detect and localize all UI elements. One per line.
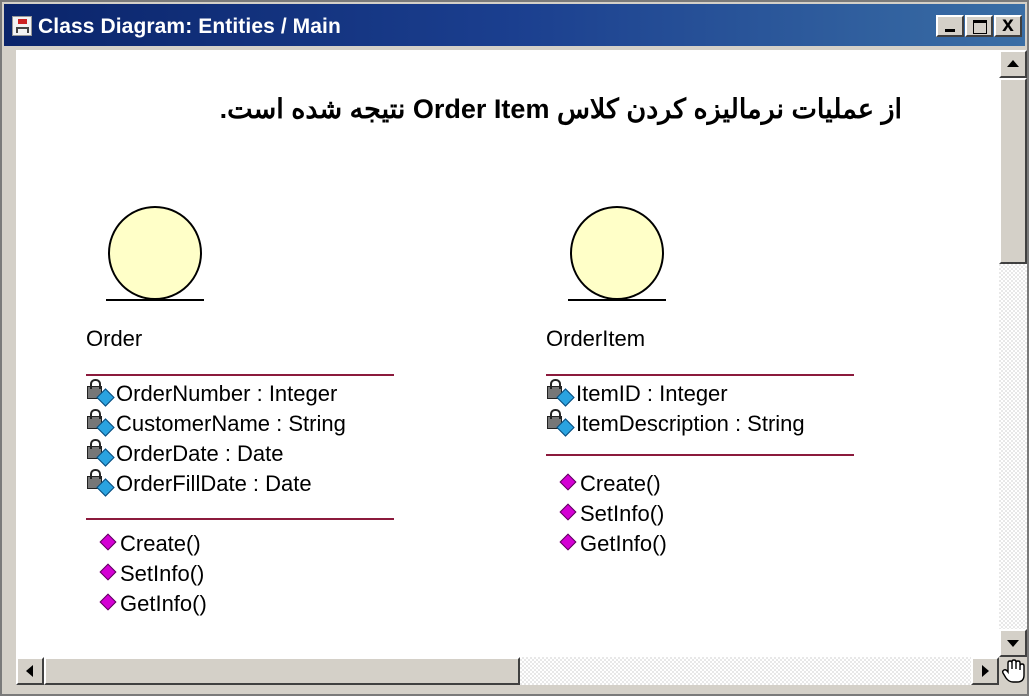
attribute-row[interactable]: OrderNumber : Integer <box>86 379 338 408</box>
attribute-row[interactable]: OrderDate : Date <box>86 439 284 468</box>
attribute-row[interactable]: ItemDescription : String <box>546 409 805 438</box>
attribute-label: ItemDescription : String <box>576 411 805 436</box>
public-operation-icon <box>559 533 577 551</box>
operation-label: GetInfo() <box>580 531 667 556</box>
orderitem-entity-icon[interactable] <box>570 206 664 300</box>
scroll-down-button[interactable] <box>999 629 1027 657</box>
close-button[interactable]: x <box>994 13 1022 37</box>
orderitem-operations-separator <box>546 454 854 456</box>
attribute-row[interactable]: OrderFillDate : Date <box>86 469 312 498</box>
private-attribute-icon <box>86 379 116 407</box>
operation-label: Create() <box>580 471 661 496</box>
private-attribute-icon <box>86 469 116 497</box>
attribute-label: OrderNumber : Integer <box>116 381 338 406</box>
operation-label: GetInfo() <box>120 591 207 616</box>
diagram-heading: از عملیات نرمالیزه کردن کلاس Order Item … <box>219 94 902 124</box>
private-attribute-icon <box>546 409 576 437</box>
close-icon: x <box>1002 13 1014 36</box>
orderitem-entity-baseline <box>568 299 666 301</box>
order-entity-baseline <box>106 299 204 301</box>
maximize-button[interactable] <box>965 15 993 37</box>
minimize-button[interactable] <box>936 15 964 37</box>
title-bar[interactable]: Class Diagram: Entities / Main x <box>4 4 1025 46</box>
scroll-left-button[interactable] <box>16 657 44 685</box>
attribute-label: ItemID : Integer <box>576 381 728 406</box>
maximize-icon <box>973 20 987 34</box>
operation-row[interactable]: SetInfo() <box>559 500 665 528</box>
arrow-up-icon <box>1007 60 1019 67</box>
order-entity-icon[interactable] <box>108 206 202 300</box>
order-operations-separator <box>86 518 394 520</box>
operation-label: Create() <box>120 531 201 556</box>
horizontal-scrollbar[interactable] <box>16 657 999 685</box>
orderitem-attributes-separator <box>546 374 854 376</box>
window-title: Class Diagram: Entities / Main <box>38 15 341 38</box>
public-operation-icon <box>559 473 577 491</box>
order-attributes-separator <box>86 374 394 376</box>
arrow-down-icon <box>1007 640 1019 647</box>
arrow-right-icon <box>982 665 989 677</box>
public-operation-icon <box>99 563 117 581</box>
public-operation-icon <box>99 533 117 551</box>
attribute-label: CustomerName : String <box>116 411 346 436</box>
operation-row[interactable]: GetInfo() <box>99 590 207 618</box>
operation-row[interactable]: SetInfo() <box>99 560 205 588</box>
class-name-orderitem[interactable]: OrderItem <box>546 326 645 352</box>
private-attribute-icon <box>86 409 116 437</box>
attribute-label: OrderFillDate : Date <box>116 471 312 496</box>
hand-cursor-icon <box>1001 659 1025 683</box>
operation-label: SetInfo() <box>120 561 205 586</box>
diagram-canvas[interactable]: از عملیات نرمالیزه کردن کلاس Order Item … <box>16 50 999 657</box>
operation-label: SetInfo() <box>580 501 665 526</box>
operation-row[interactable]: Create() <box>559 470 661 498</box>
public-operation-icon <box>99 593 117 611</box>
minimize-icon <box>945 29 955 32</box>
attribute-row[interactable]: ItemID : Integer <box>546 379 728 408</box>
arrow-left-icon <box>26 665 33 677</box>
scroll-up-button[interactable] <box>999 50 1027 78</box>
class-name-order[interactable]: Order <box>86 326 142 352</box>
private-attribute-icon <box>86 439 116 467</box>
attribute-row[interactable]: CustomerName : String <box>86 409 346 438</box>
vertical-scrollbar[interactable] <box>999 50 1027 657</box>
operation-row[interactable]: Create() <box>99 530 201 558</box>
scroll-right-button[interactable] <box>971 657 999 685</box>
class-diagram-icon[interactable] <box>12 16 32 36</box>
operation-row[interactable]: GetInfo() <box>559 530 667 558</box>
private-attribute-icon <box>546 379 576 407</box>
vertical-scroll-thumb[interactable] <box>999 78 1027 264</box>
public-operation-icon <box>559 503 577 521</box>
attribute-label: OrderDate : Date <box>116 441 284 466</box>
scrollbar-corner <box>999 657 1027 685</box>
class-diagram-window: Class Diagram: Entities / Main x از عملی… <box>0 0 1029 696</box>
horizontal-scroll-thumb[interactable] <box>44 657 520 685</box>
